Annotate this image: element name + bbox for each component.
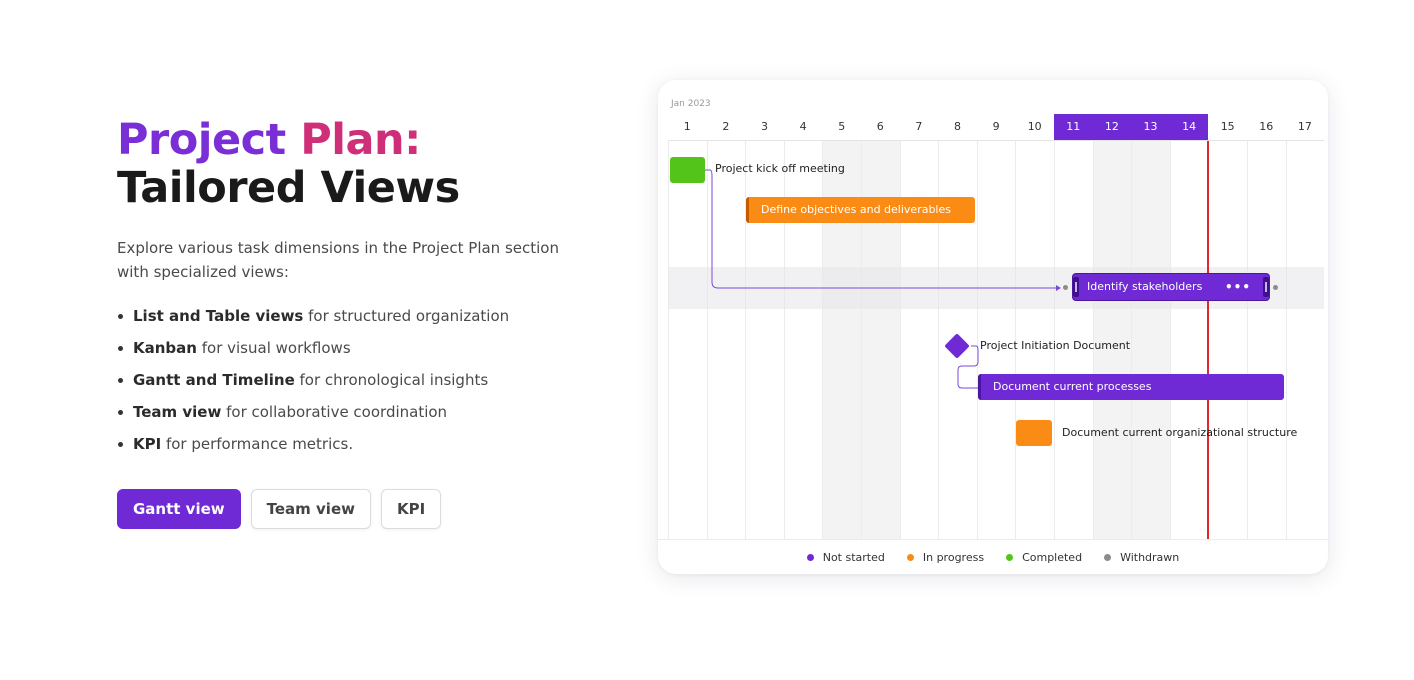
day-14: 14 <box>1169 114 1209 140</box>
day-15: 15 <box>1220 120 1235 133</box>
kpi-button[interactable]: KPI <box>380 489 442 529</box>
day-8: 8 <box>953 120 961 133</box>
grid-column-17 <box>1285 141 1325 539</box>
day-1: 1 <box>683 120 691 133</box>
status-legend: Not started In progress Completed Withdr… <box>658 539 1328 574</box>
task-bar-org-structure[interactable] <box>1016 420 1052 446</box>
day-11: 11 <box>1054 114 1093 140</box>
legend-item-completed: Completed <box>1006 551 1082 564</box>
feature-title: Gantt and Timeline <box>133 371 295 389</box>
gantt-view-button[interactable]: Gantt view <box>117 489 241 529</box>
day-12: 12 <box>1092 114 1132 140</box>
legend-label: Not started <box>822 550 885 564</box>
legend-label: Withdrawn <box>1120 550 1180 564</box>
feature-title: KPI <box>133 435 162 453</box>
task-label-initiation: Project Initiation Document <box>980 339 1131 352</box>
task-bar-stakeholders[interactable]: Identify stakeholders ••• <box>1073 274 1269 300</box>
day-16: 16 <box>1259 120 1274 133</box>
feature-title: List and Table views <box>133 307 304 325</box>
day-4: 4 <box>799 120 807 133</box>
resize-handle-left[interactable] <box>1073 277 1079 297</box>
grid-column-15 <box>1208 141 1247 539</box>
title-word-plan: Plan: <box>300 115 421 165</box>
team-view-button[interactable]: Team view <box>250 489 371 529</box>
legend-item-not-started: Not started <box>806 550 885 564</box>
hero-section: Project Plan: Tailored Views Explore var… <box>117 116 597 529</box>
grid-column-13 <box>1131 141 1170 539</box>
legend-item-withdrawn: Withdrawn <box>1104 551 1179 564</box>
task-label-org-structure: Document current organizational structur… <box>1062 426 1298 439</box>
link-handle-right[interactable] <box>1273 285 1278 290</box>
hero-description: Explore various task dimensions in the P… <box>117 239 559 281</box>
task-bar-kickoff[interactable] <box>670 157 705 183</box>
legend-label: Completed <box>1022 550 1083 564</box>
day-5: 5 <box>838 120 846 133</box>
task-label-objectives: Define objectives and deliverables <box>761 203 951 216</box>
day-9: 9 <box>992 120 1000 133</box>
today-marker-line <box>1207 141 1210 539</box>
feature-item: Gantt and Timeline for chronological ins… <box>117 364 597 396</box>
legend-dot <box>906 553 914 561</box>
task-label-kickoff: Project kick off meeting <box>715 162 845 175</box>
legend-label: In progress <box>922 550 985 564</box>
feature-item: Kanban for visual workflows <box>117 332 597 364</box>
grid-column-2 <box>706 141 746 539</box>
more-horizontal-icon[interactable]: ••• <box>1225 274 1251 300</box>
task-label-stakeholders: Identify stakeholders <box>1087 280 1203 293</box>
title-word-project: Project <box>117 115 286 165</box>
day-10: 10 <box>1027 120 1042 133</box>
page-title: Project Plan: Tailored Views <box>117 116 597 212</box>
task-label-processes: Document current processes <box>993 380 1152 393</box>
feature-text: for collaborative coordination <box>221 403 448 421</box>
day-13: 13 <box>1131 114 1170 140</box>
task-bar-objectives[interactable]: Define objectives and deliverables <box>746 197 975 223</box>
grid-column-16 <box>1247 141 1286 539</box>
legend-dot <box>1104 553 1112 561</box>
gantt-chart-card: Jan 2023 1 2 3 4 5 6 7 8 9 10 11 12 13 14 15 16 17 Proje… <box>658 80 1328 574</box>
title-line-2: Tailored Views <box>117 163 460 213</box>
day-header: 1 2 3 4 5 6 7 8 9 10 11 12 13 14 15 16 17 <box>668 114 1324 140</box>
day-6: 6 <box>876 120 884 133</box>
task-bar-processes[interactable]: Document current processes <box>978 374 1284 400</box>
view-buttons: Gantt view Team view KPI <box>117 489 597 529</box>
grid-column-1 <box>668 141 707 539</box>
legend-dot <box>1006 553 1014 561</box>
feature-text: for structured organization <box>303 307 510 325</box>
day-7: 7 <box>915 120 923 133</box>
month-label: Jan 2023 <box>671 99 711 109</box>
feature-text: for performance metrics. <box>161 435 354 453</box>
feature-item: List and Table views for structured orga… <box>117 300 597 332</box>
feature-title: Team view <box>133 403 222 421</box>
link-handle-left[interactable] <box>1063 285 1068 290</box>
title-line-1: Project Plan: <box>117 116 597 164</box>
feature-list: List and Table views for structured orga… <box>117 300 597 460</box>
legend-dot <box>806 553 814 561</box>
feature-title: Kanban <box>133 339 197 357</box>
feature-item: KPI for performance metrics. <box>117 428 597 460</box>
resize-handle-right[interactable] <box>1263 277 1269 297</box>
day-3: 3 <box>760 120 768 133</box>
feature-item: Team view for collaborative coordination <box>117 396 597 428</box>
feature-text: for visual workflows <box>196 339 351 357</box>
day-17: 17 <box>1297 120 1312 133</box>
day-2: 2 <box>722 120 730 133</box>
legend-item-in-progress: In progress <box>906 550 985 564</box>
grid-column-14 <box>1169 141 1209 539</box>
feature-text: for chronological insights <box>294 371 489 389</box>
